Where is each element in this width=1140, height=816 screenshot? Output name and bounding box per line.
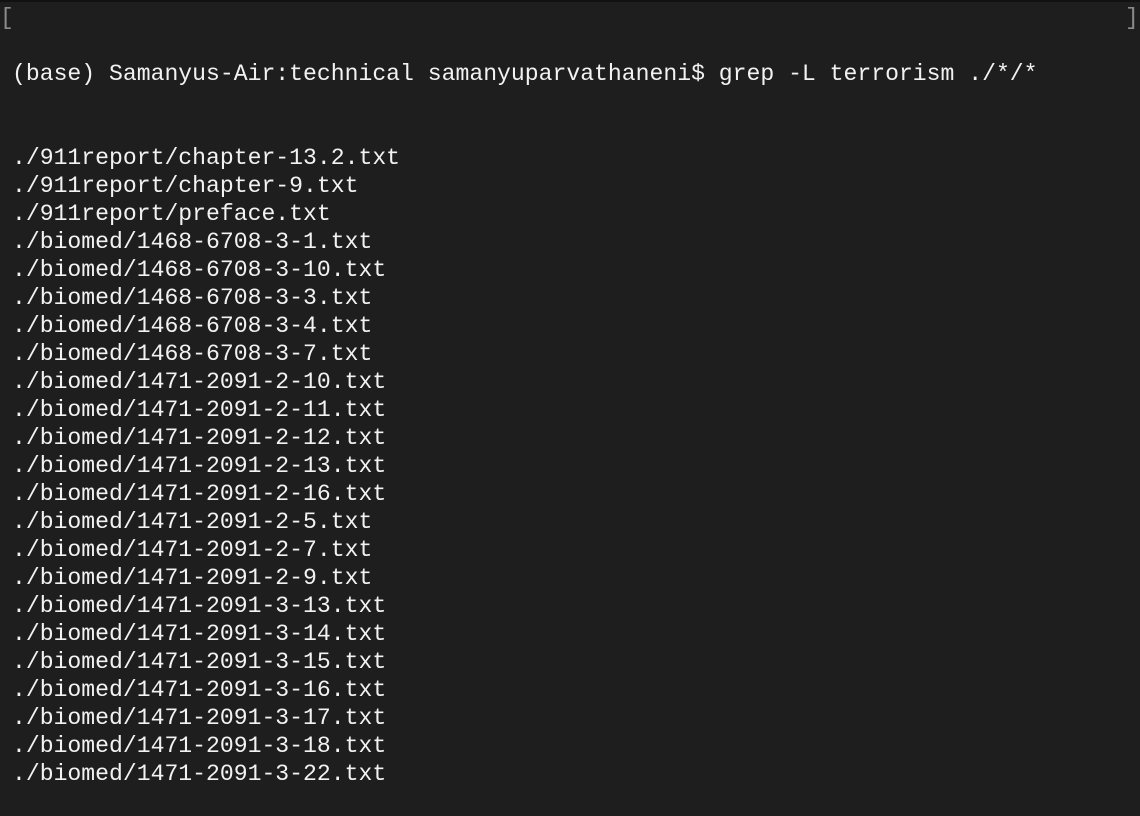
output-line: ./biomed/1468-6708-3-1.txt <box>12 229 373 255</box>
output-line: ./911report/chapter-13.2.txt <box>12 145 401 171</box>
output-line: ./biomed/1471-2091-3-17.txt <box>12 705 387 731</box>
output-line: ./biomed/1471-2091-3-14.txt <box>12 621 387 647</box>
output-line: ./biomed/1468-6708-3-7.txt <box>12 341 373 367</box>
output-line: ./biomed/1471-2091-3-15.txt <box>12 649 387 675</box>
output-line: ./biomed/1471-2091-2-9.txt <box>12 565 373 591</box>
output-line: ./biomed/1471-2091-2-7.txt <box>12 537 373 563</box>
window-top-border <box>0 0 1140 2</box>
line-mark-right: ] <box>1125 5 1139 31</box>
output-line: ./biomed/1471-2091-2-12.txt <box>12 425 387 451</box>
output-line: ./biomed/1471-2091-3-16.txt <box>12 677 387 703</box>
output-line: ./biomed/1471-2091-3-22.txt <box>12 761 387 787</box>
output-line: ./911report/preface.txt <box>12 201 331 227</box>
output-line: ./biomed/1471-2091-2-11.txt <box>12 397 387 423</box>
output-line: ./biomed/1471-2091-2-10.txt <box>12 369 387 395</box>
output-line: ./biomed/1468-6708-3-10.txt <box>12 257 387 283</box>
output-line: ./biomed/1471-2091-2-13.txt <box>12 453 387 479</box>
output-line: ./biomed/1471-2091-2-5.txt <box>12 509 373 535</box>
terminal-output[interactable]: (base) Samanyus-Air:technical samanyupar… <box>12 4 1038 816</box>
output-line: ./biomed/1471-2091-3-13.txt <box>12 593 387 619</box>
command-prompt-line: (base) Samanyus-Air:technical samanyupar… <box>12 61 1038 87</box>
output-line: ./biomed/1471-2091-2-16.txt <box>12 481 387 507</box>
output-line: ./911report/chapter-9.txt <box>12 173 359 199</box>
output-line: ./biomed/1468-6708-3-4.txt <box>12 313 373 339</box>
output-line: ./biomed/1471-2091-3-18.txt <box>12 733 387 759</box>
output-line: ./biomed/1468-6708-3-3.txt <box>12 285 373 311</box>
